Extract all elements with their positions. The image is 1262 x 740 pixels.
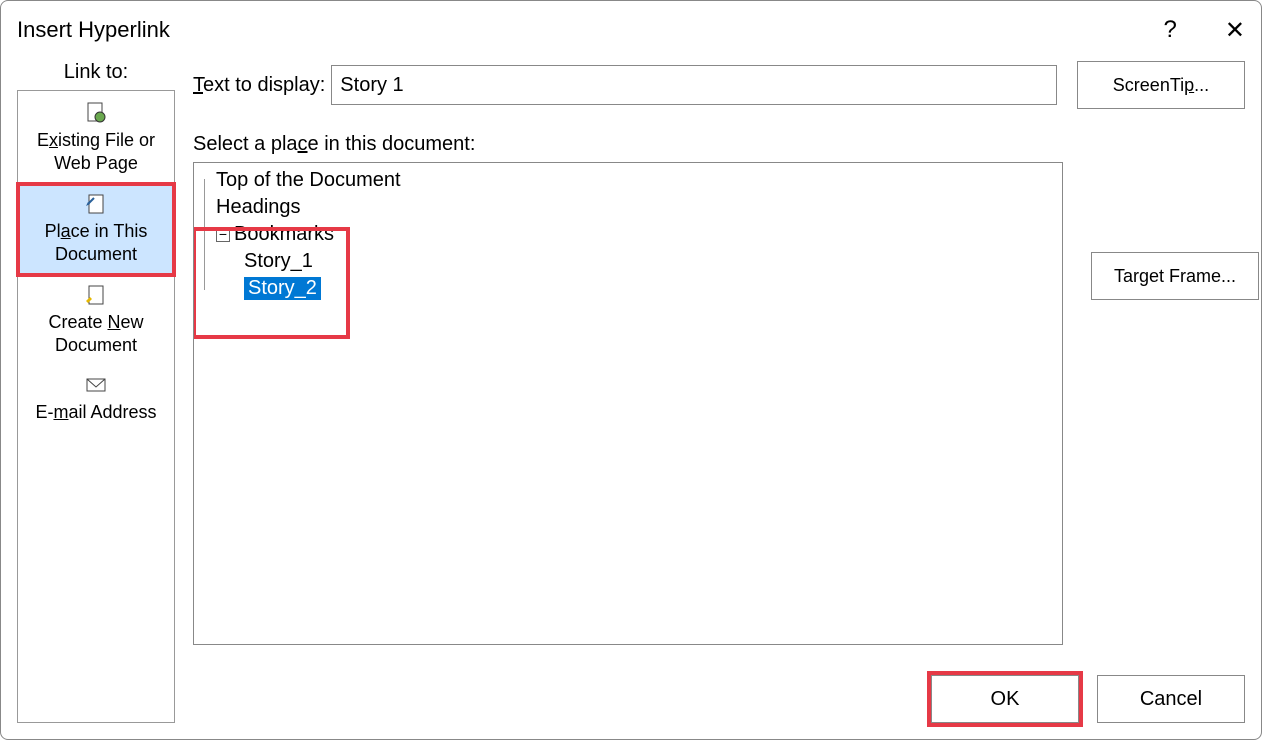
insert-hyperlink-dialog: Insert Hyperlink ? ✕ Link to: Existing F… (0, 0, 1262, 740)
cancel-button[interactable]: Cancel (1097, 675, 1245, 723)
email-icon (84, 373, 108, 397)
sidebar-item-existing-file[interactable]: Existing File or Web Page (18, 93, 174, 184)
sidebar-item-place-in-document[interactable]: Place in This Document (18, 184, 174, 275)
collapse-icon[interactable]: − (216, 228, 230, 242)
tree-and-side-row: Top of the Document Headings −Bookmarks … (193, 162, 1245, 645)
tree-item-story-2[interactable]: Story_2 (240, 275, 1056, 302)
link-to-label: Link to: (17, 61, 175, 84)
dialog-title: Insert Hyperlink (17, 17, 170, 43)
side-buttons-column: Target Frame... (1077, 162, 1245, 645)
main-panel: Text to display: ScreenTip... Select a p… (175, 61, 1245, 723)
screentip-button[interactable]: ScreenTip... (1077, 61, 1245, 109)
tree-item-top-of-document[interactable]: Top of the Document (212, 167, 1056, 194)
bookmarks-children: Story_1 Story_2 (212, 248, 1056, 302)
document-place-icon (84, 192, 108, 216)
titlebar: Insert Hyperlink ? ✕ (1, 1, 1261, 51)
link-to-sidebar: Link to: Existing File or Web Page Place… (17, 61, 175, 723)
tree-item-bookmarks[interactable]: −Bookmarks (212, 221, 1056, 248)
dialog-content: Link to: Existing File or Web Page Place… (1, 51, 1261, 739)
bottom-button-row: OK Cancel (193, 645, 1245, 723)
new-document-icon (84, 283, 108, 307)
titlebar-controls: ? ✕ (1164, 16, 1245, 45)
tree-item-headings[interactable]: Headings (212, 194, 1056, 221)
ok-button[interactable]: OK (931, 675, 1079, 723)
close-icon[interactable]: ✕ (1225, 16, 1245, 45)
document-place-tree[interactable]: Top of the Document Headings −Bookmarks … (193, 162, 1063, 645)
link-to-panel: Existing File or Web Page Place in This … (17, 90, 175, 723)
text-to-display-label: Text to display: (193, 74, 325, 97)
tree-root: Top of the Document Headings −Bookmarks … (200, 167, 1056, 302)
sidebar-item-email-address[interactable]: E-mail Address (18, 365, 174, 432)
select-place-label: Select a place in this document: (193, 133, 1245, 156)
text-to-display-row: Text to display: ScreenTip... (193, 61, 1245, 109)
tree-item-story-1[interactable]: Story_1 (240, 248, 1056, 275)
file-web-icon (84, 101, 108, 125)
text-to-display-input[interactable] (331, 65, 1057, 105)
target-frame-button[interactable]: Target Frame... (1091, 252, 1259, 300)
sidebar-item-create-new-document[interactable]: Create New Document (18, 275, 174, 366)
help-icon[interactable]: ? (1164, 16, 1177, 44)
